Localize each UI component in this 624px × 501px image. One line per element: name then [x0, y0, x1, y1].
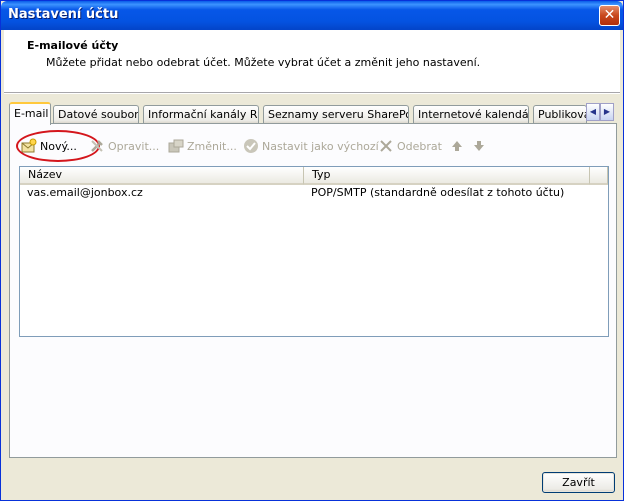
- tools-icon: [89, 138, 105, 154]
- toolbar: Nový... Opravit... Změnit... Nastavit ja…: [16, 130, 599, 162]
- divider: [4, 93, 620, 94]
- repair-button[interactable]: Opravit...: [89, 136, 159, 158]
- checkmark-icon: [243, 138, 259, 154]
- header-title: E-mailové účty: [27, 39, 119, 52]
- tab-internet-calendars[interactable]: Internetové kalendáře: [413, 105, 529, 124]
- tab-strip: E-mail Datové soubory Informační kanály …: [9, 102, 617, 125]
- remove-x-icon: [378, 138, 394, 154]
- tab-data-files[interactable]: Datové soubory: [53, 105, 139, 124]
- account-name-cell: vas.email@jonbox.cz: [27, 186, 143, 199]
- repair-button-label: Opravit...: [108, 140, 160, 153]
- move-up-button[interactable]: [449, 136, 468, 158]
- column-header-type[interactable]: Typ: [304, 167, 590, 185]
- accounts-list[interactable]: Název Typ vas.email@jonbox.cz POP/SMTP (…: [19, 166, 609, 337]
- arrow-up-icon: [449, 138, 465, 154]
- close-icon[interactable]: ✕: [599, 5, 620, 26]
- set-default-button[interactable]: Nastavit jako výchozí: [243, 136, 379, 158]
- highlight-ellipse: [16, 130, 100, 162]
- remove-button[interactable]: Odebrat: [378, 136, 442, 158]
- move-down-button[interactable]: [471, 136, 490, 158]
- account-settings-window: Nastavení účtu ✕ E-mailové účty Můžete p…: [0, 0, 624, 501]
- column-header-filler: [590, 167, 608, 185]
- column-header-name[interactable]: Název: [20, 167, 304, 185]
- change-button[interactable]: Změnit...: [168, 136, 237, 158]
- account-type-cell: POP/SMTP (standardně odesílat z tohoto ú…: [311, 186, 565, 199]
- tab-published-calendars[interactable]: Publikovan: [533, 105, 587, 124]
- tab-scroll-right-icon[interactable]: ▶: [600, 103, 614, 121]
- tab-sharepoint-lists[interactable]: Seznamy serveru SharePoint: [263, 105, 409, 124]
- header-subtitle: Můžete přidat nebo odebrat účet. Můžete …: [46, 56, 481, 69]
- table-row[interactable]: vas.email@jonbox.cz POP/SMTP (standardně…: [20, 185, 608, 201]
- header-panel: E-mailové účty Můžete přidat nebo odebra…: [4, 30, 620, 93]
- change-icon: [168, 138, 184, 154]
- tab-scroll-left-icon[interactable]: ◀: [586, 103, 600, 121]
- change-button-label: Změnit...: [187, 140, 237, 153]
- window-title: Nastavení účtu: [8, 7, 119, 22]
- tab-email[interactable]: E-mail: [9, 102, 51, 125]
- list-header: Název Typ: [20, 167, 608, 185]
- close-button[interactable]: Zavřít: [542, 472, 615, 493]
- title-bar[interactable]: Nastavení účtu ✕: [1, 1, 623, 30]
- tab-rss-feeds[interactable]: Informační kanály RSS: [143, 105, 259, 124]
- email-tab-panel: Nový... Opravit... Změnit... Nastavit ja…: [9, 123, 617, 458]
- arrow-down-icon: [471, 138, 487, 154]
- set-default-button-label: Nastavit jako výchozí: [262, 140, 379, 153]
- remove-button-label: Odebrat: [397, 140, 442, 153]
